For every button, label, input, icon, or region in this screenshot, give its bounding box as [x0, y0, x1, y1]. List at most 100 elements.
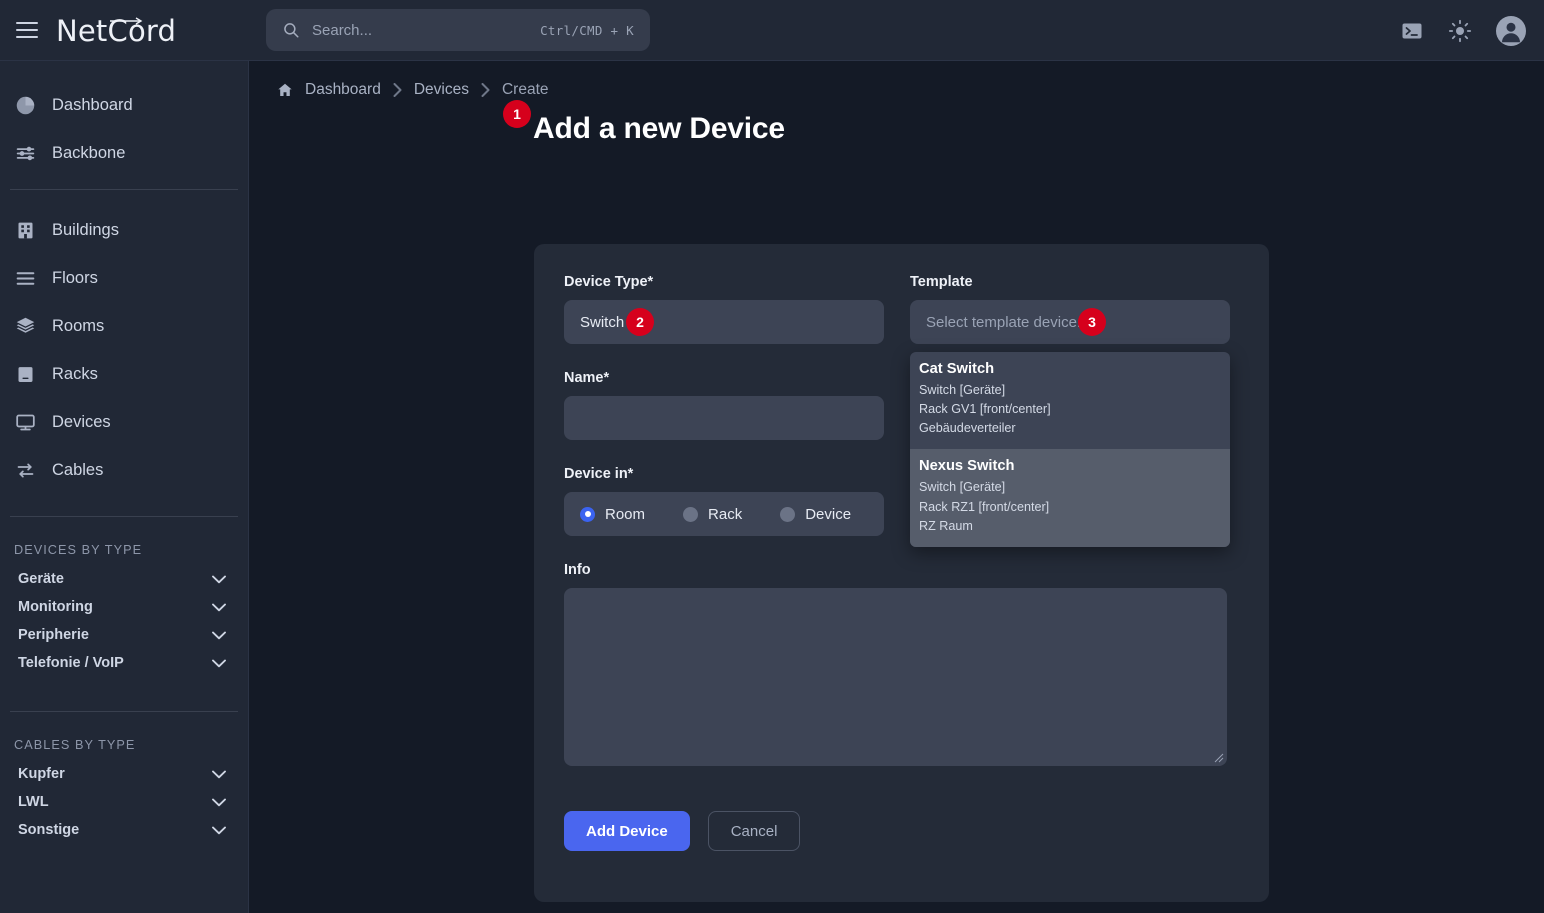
sidebar-item-cables[interactable]: Cables [0, 446, 248, 494]
sidebar-item-label: Rooms [52, 317, 104, 336]
template-input[interactable]: Select template device... 3 [910, 300, 1230, 344]
sidebar-accordion-lwl[interactable]: LWL [0, 788, 248, 816]
swap-arrows-icon [14, 459, 36, 481]
sidebar-accordion-telefonie-voip[interactable]: Telefonie / VoIP [0, 649, 248, 677]
hamburger-icon[interactable] [16, 22, 38, 38]
marker-badge-3: 3 [1078, 308, 1106, 336]
sidebar-item-label: Backbone [52, 144, 125, 163]
devices-by-type-heading: DEVICES BY TYPE [0, 529, 248, 565]
page-title-row: 1 Add a new Device [249, 112, 1544, 172]
sidebar-item-rooms[interactable]: Rooms [0, 302, 248, 350]
device-type-select[interactable]: Switch 2 [564, 300, 884, 344]
top-bar: NetCord Search... Ctrl/CMD + K [0, 0, 1544, 61]
template-option-room: RZ Raum [919, 517, 1221, 536]
accordion-label: Kupfer [18, 766, 65, 782]
accordion-label: Telefonie / VoIP [18, 655, 124, 671]
sun-icon[interactable] [1448, 19, 1472, 43]
template-option-location: Rack GV1 [front/center] [919, 400, 1221, 419]
add-device-button[interactable]: Add Device [564, 811, 690, 851]
info-label: Info [564, 562, 1239, 578]
template-option-type: Switch [Geräte] [919, 381, 1221, 400]
monitor-icon [14, 411, 36, 433]
breadcrumb-item-dashboard[interactable]: Dashboard [305, 81, 381, 99]
search-icon [282, 21, 300, 39]
search-input[interactable]: Search... Ctrl/CMD + K [266, 9, 650, 51]
chevron-down-icon [212, 575, 226, 584]
sidebar-divider-2 [10, 516, 238, 517]
radio-option-room[interactable]: Room [580, 506, 645, 523]
template-option-type: Switch [Geräte] [919, 478, 1221, 497]
home-icon[interactable] [277, 82, 293, 98]
sidebar-item-label: Buildings [52, 221, 119, 240]
sidebar-item-floors[interactable]: Floors [0, 254, 248, 302]
search-placeholder: Search... [312, 22, 540, 39]
terminal-icon[interactable] [1400, 19, 1424, 43]
device-type-label: Device Type* [564, 274, 884, 290]
accordion-label: Geräte [18, 571, 64, 587]
search-shortcut: Ctrl/CMD + K [540, 23, 634, 38]
chevron-down-icon [212, 659, 226, 668]
sidebar-divider-1 [10, 189, 238, 190]
page-title: Add a new Device [533, 112, 785, 146]
template-placeholder: Select template device... [926, 314, 1089, 331]
sidebar: Dashboard Backbone [0, 61, 249, 913]
device-in-radio-group: Room Rack Device [564, 492, 884, 536]
resize-handle-icon[interactable] [1213, 752, 1224, 763]
radio-dot [780, 507, 795, 522]
name-input[interactable] [564, 396, 884, 440]
user-avatar[interactable] [1496, 16, 1526, 46]
chevron-down-icon [212, 770, 226, 779]
sidebar-accordion-monitoring[interactable]: Monitoring [0, 593, 248, 621]
template-option-nexus-switch[interactable]: Nexus Switch Switch [Geräte] Rack RZ1 [f… [910, 449, 1230, 546]
accordion-label: LWL [18, 794, 49, 810]
radio-dot [580, 507, 595, 522]
rack-icon [14, 363, 36, 385]
sidebar-item-label: Dashboard [52, 96, 133, 115]
template-label: Template [910, 274, 1230, 290]
radio-label: Room [605, 506, 645, 523]
sidebar-item-label: Devices [52, 413, 111, 432]
breadcrumb-item-create: Create [502, 81, 549, 99]
user-icon [1496, 16, 1526, 46]
sidebar-item-label: Floors [52, 269, 98, 288]
radio-option-rack[interactable]: Rack [683, 506, 742, 523]
cables-by-type-heading: CABLES BY TYPE [0, 724, 248, 760]
building-icon [14, 219, 36, 241]
layers-lines-icon [14, 267, 36, 289]
vector-arrow-icon [109, 17, 144, 25]
radio-dot [683, 507, 698, 522]
template-option-room: Gebäudeverteiler [919, 419, 1221, 438]
sidebar-item-buildings[interactable]: Buildings [0, 206, 248, 254]
radio-label: Device [805, 506, 851, 523]
chevron-right-icon [481, 83, 490, 97]
stack-icon [14, 315, 36, 337]
sidebar-accordion-geraete[interactable]: Geräte [0, 565, 248, 593]
sidebar-item-dashboard[interactable]: Dashboard [0, 81, 248, 129]
info-textarea[interactable] [564, 588, 1227, 766]
sidebar-item-backbone[interactable]: Backbone [0, 129, 248, 177]
device-in-label: Device in* [564, 466, 884, 482]
sidebar-item-devices[interactable]: Devices [0, 398, 248, 446]
pie-chart-icon [14, 94, 36, 116]
name-label: Name* [564, 370, 884, 386]
accordion-label: Monitoring [18, 599, 93, 615]
cancel-button[interactable]: Cancel [708, 811, 801, 851]
radio-option-device[interactable]: Device [780, 506, 851, 523]
app-logo[interactable]: NetCord [56, 15, 176, 46]
sidebar-divider-3 [10, 711, 238, 712]
sidebar-item-racks[interactable]: Racks [0, 350, 248, 398]
chevron-down-icon [212, 826, 226, 835]
form-actions: Add Device Cancel [564, 811, 1239, 851]
sliders-icon [14, 142, 36, 164]
sidebar-primary-group: Dashboard Backbone [0, 61, 248, 177]
breadcrumb-item-devices[interactable]: Devices [414, 81, 469, 99]
chevron-down-icon [212, 631, 226, 640]
form-right-column: Template Select template device... 3 Cat… [910, 274, 1230, 536]
info-field-row: Info [564, 562, 1239, 766]
sidebar-accordion-sonstige[interactable]: Sonstige [0, 816, 248, 844]
marker-badge-1: 1 [503, 100, 531, 128]
breadcrumb: Dashboard Devices Create [249, 61, 1544, 99]
template-option-cat-switch[interactable]: Cat Switch Switch [Geräte] Rack GV1 [fro… [910, 352, 1230, 449]
sidebar-accordion-kupfer[interactable]: Kupfer [0, 760, 248, 788]
sidebar-accordion-peripherie[interactable]: Peripherie [0, 621, 248, 649]
